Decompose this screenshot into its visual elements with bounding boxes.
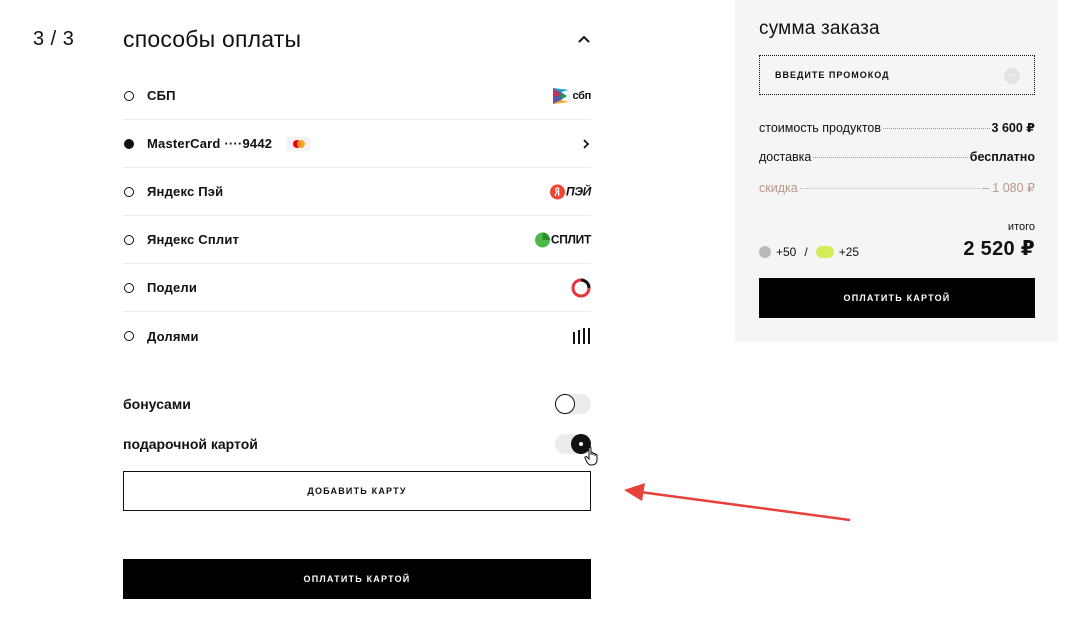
- bonus-separator: /: [804, 245, 808, 259]
- payment-method-label: Яндекс Сплит: [147, 232, 240, 247]
- bonuses-toggle[interactable]: [555, 394, 591, 414]
- pay-by-card-button[interactable]: ОПЛАТИТЬ КАРТОЙ: [123, 559, 591, 599]
- payment-method-label: СБП: [147, 88, 176, 103]
- add-card-button[interactable]: ДОБАВИТЬ КАРТУ: [123, 471, 591, 511]
- bonuses-label: бонусами: [123, 396, 191, 412]
- bonus-coin-icon: [759, 246, 771, 258]
- checkout-step-counter: 3 / 3: [33, 28, 75, 50]
- sbp-logo-icon: сбп: [552, 87, 591, 105]
- dotted-leader: [799, 188, 980, 189]
- summary-row-discount: скидка – 1 080 ₽: [759, 180, 1035, 195]
- radio-button[interactable]: [124, 186, 134, 197]
- payment-method-label: Долями: [147, 328, 199, 344]
- payment-method-label: Яндекс Пэй: [147, 184, 224, 199]
- giftcard-toggle-row: подарочной картой: [123, 432, 591, 456]
- toggle-knob: [555, 394, 575, 414]
- radio-button[interactable]: [124, 282, 134, 293]
- payment-methods-title: способы оплаты: [123, 26, 302, 52]
- summary-row-label: доставка: [759, 150, 812, 164]
- bonus-points-b: +25: [838, 245, 860, 259]
- summary-row-value: – 1 080 ₽: [981, 181, 1035, 195]
- dotted-leader: [813, 157, 968, 158]
- summary-pay-by-card-button[interactable]: ОПЛАТИТЬ КАРТОЙ: [759, 278, 1035, 318]
- mastercard-icon: [286, 136, 311, 151]
- hand-cursor-icon: [584, 446, 598, 466]
- dotted-leader: [883, 128, 990, 129]
- radio-button[interactable]: [124, 331, 134, 341]
- payment-method-sbp[interactable]: СБП сбп: [123, 72, 591, 120]
- order-summary-title: сумма заказа: [759, 18, 880, 39]
- total-label: итого: [1007, 221, 1035, 233]
- order-summary-panel: сумма заказа ВВЕДИТЕ ПРОМОКОД стоимость …: [735, 0, 1058, 342]
- radio-button[interactable]: [124, 90, 134, 101]
- payment-methods-list: СБП сбп MasterCard ····9442 Яндекс Пэй П…: [123, 72, 591, 360]
- payment-method-podeli[interactable]: Подели: [123, 264, 591, 312]
- arrow-right-icon[interactable]: [1004, 68, 1020, 84]
- bonus-green-icon: [815, 246, 834, 258]
- summary-row-label: скидка: [759, 181, 798, 195]
- summary-row-products: стоимость продуктов 3 600 ₽: [759, 120, 1035, 135]
- bonus-points-a: +50: [776, 245, 797, 259]
- chevron-right-icon[interactable]: [581, 138, 591, 150]
- bonuses-toggle-row: бонусами: [123, 392, 591, 416]
- dolyami-logo-icon: [573, 328, 590, 344]
- summary-row-value: 3 600 ₽: [991, 121, 1035, 135]
- radio-button-selected[interactable]: [124, 138, 134, 149]
- payment-method-yandex-pay[interactable]: Яндекс Пэй ПЭЙ: [123, 168, 591, 216]
- promo-code-placeholder: ВВЕДИТЕ ПРОМОКОД: [775, 70, 890, 80]
- summary-row-value: бесплатно: [969, 150, 1035, 164]
- yandex-pay-logo-icon: ПЭЙ: [550, 184, 591, 199]
- payment-method-mastercard[interactable]: MasterCard ····9442: [123, 120, 591, 168]
- giftcard-label: подарочной картой: [123, 436, 258, 452]
- podeli-logo-icon: [571, 278, 591, 297]
- total-value: 2 520 ₽: [963, 238, 1035, 260]
- payment-method-dolyami[interactable]: Долями: [123, 312, 591, 360]
- yandex-split-logo-icon: СПЛИТ: [534, 232, 591, 247]
- chevron-up-icon[interactable]: [576, 31, 592, 47]
- payment-method-label: Подели: [147, 280, 198, 295]
- summary-row-label: стоимость продуктов: [759, 121, 882, 135]
- radio-button[interactable]: [124, 234, 134, 245]
- promo-code-input[interactable]: ВВЕДИТЕ ПРОМОКОД: [759, 55, 1035, 95]
- yandex-pay-logo-text: ПЭЙ: [566, 184, 591, 199]
- yandex-split-logo-text: СПЛИТ: [550, 232, 591, 247]
- sbp-logo-text: сбп: [572, 89, 591, 102]
- bonus-points-line: +50 / +25: [759, 245, 859, 259]
- payment-method-label: MasterCard ····9442: [147, 136, 273, 151]
- summary-row-delivery: доставка бесплатно: [759, 150, 1035, 164]
- payment-method-yandex-split[interactable]: Яндекс Сплит СПЛИТ: [123, 216, 591, 264]
